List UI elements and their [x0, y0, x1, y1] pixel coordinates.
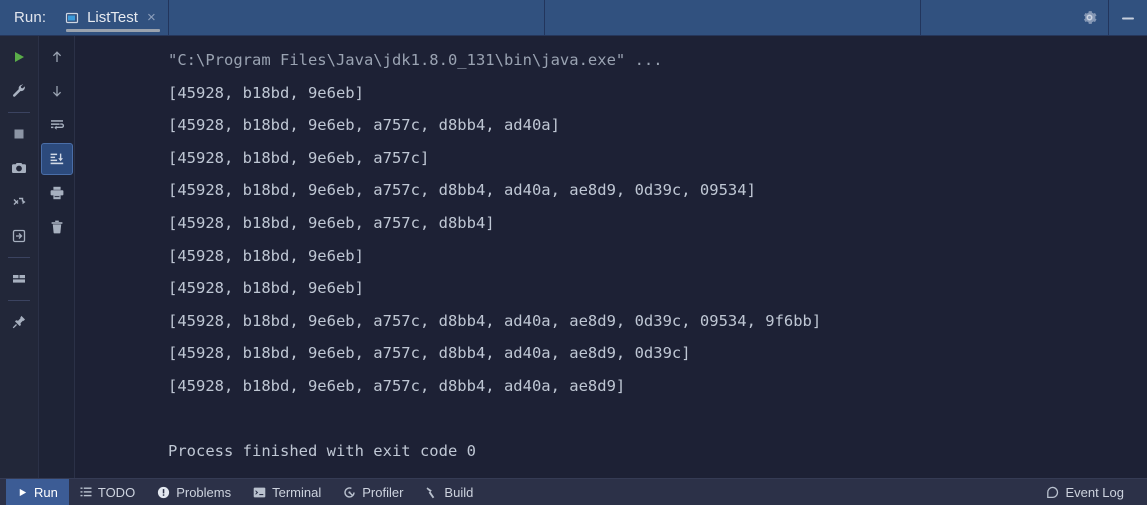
profiler-icon [343, 486, 356, 499]
wrench-icon [11, 83, 27, 99]
play-small-icon [17, 487, 28, 498]
status-terminal[interactable]: Terminal [242, 479, 332, 505]
pin-icon [11, 314, 27, 330]
status-run[interactable]: Run [6, 478, 69, 505]
gear-icon [1081, 9, 1098, 26]
console-line: [45928, b18bd, 9e6eb, a757c, d8bb4, ad40… [168, 311, 822, 330]
run-toolbar-primary [0, 36, 38, 478]
tab-title: ListTest [87, 9, 138, 26]
attach-button[interactable] [3, 220, 35, 252]
todo-icon [80, 486, 92, 498]
console-line: [45928, b18bd, 9e6eb, a757c, d8bb4] [168, 213, 495, 232]
layout-icon [11, 271, 27, 287]
console-line: [45928, b18bd, 9e6eb] [168, 83, 364, 102]
header-panel-right [545, 0, 920, 35]
status-terminal-label: Terminal [272, 484, 322, 500]
console-line: [45928, b18bd, 9e6eb] [168, 279, 364, 298]
pin-tab-button[interactable] [3, 306, 35, 338]
trash-icon [49, 219, 65, 235]
run-label: Run: [14, 9, 47, 26]
console-line: [45928, b18bd, 9e6eb, a757c, d8bb4, ad40… [168, 116, 560, 135]
close-icon[interactable]: × [145, 10, 158, 25]
status-problems[interactable]: Problems [146, 479, 242, 505]
header-panel-left [169, 0, 544, 35]
hide-button[interactable] [1109, 0, 1147, 36]
problems-icon [157, 486, 170, 499]
rerun-button[interactable] [3, 41, 35, 73]
settings-button[interactable] [1070, 0, 1108, 36]
clear-all-button[interactable] [41, 211, 73, 243]
console-lines: "C:\Program Files\Java\jdk1.8.0_131\bin\… [75, 44, 1147, 468]
soft-wrap-icon [49, 117, 65, 133]
console-line: [45928, b18bd, 9e6eb] [168, 246, 364, 265]
header-spacer [921, 0, 1070, 35]
run-toolbar-secondary [38, 36, 75, 478]
arrow-down-icon [49, 83, 65, 99]
tab-listtest[interactable]: ListTest × [58, 0, 168, 35]
console-line: [45928, b18bd, 9e6eb, a757c] [168, 148, 430, 167]
restart-icon [11, 194, 27, 210]
camera-icon [11, 160, 27, 176]
status-problems-label: Problems [176, 484, 232, 500]
dump-threads-button[interactable] [3, 152, 35, 184]
event-log-icon [1046, 486, 1059, 499]
event-log-label: Event Log [1065, 484, 1124, 500]
run-configuration-icon [64, 10, 80, 26]
status-bar: Run TODO Problems Terminal Profiler Buil… [0, 478, 1147, 505]
print-icon [49, 185, 65, 201]
edit-configuration-button[interactable] [3, 75, 35, 107]
status-profiler-label: Profiler [362, 484, 404, 500]
layout-button[interactable] [3, 263, 35, 295]
soft-wrap-button[interactable] [41, 109, 73, 141]
status-profiler[interactable]: Profiler [332, 479, 414, 505]
scroll-to-end-button[interactable] [40, 143, 73, 175]
run-tool-window-header: Run: ListTest × [0, 0, 1147, 36]
console-line: "C:\Program Files\Java\jdk1.8.0_131\bin\… [168, 51, 663, 69]
stop-icon [11, 126, 27, 142]
terminal-icon [253, 486, 266, 499]
console-line: [45928, b18bd, 9e6eb, a757c, d8bb4, ad40… [168, 376, 626, 395]
restart-button[interactable] [3, 186, 35, 218]
arrow-up-icon [49, 49, 65, 65]
status-build[interactable]: Build [414, 479, 484, 505]
run-tool-window: Run: ListTest × "C:\Program Files\Java\j… [0, 0, 1147, 505]
print-button[interactable] [41, 177, 73, 209]
attach-icon [11, 228, 27, 244]
status-todo[interactable]: TODO [69, 479, 146, 505]
run-body: "C:\Program Files\Java\jdk1.8.0_131\bin\… [0, 36, 1147, 478]
toolbar-separator-3 [8, 300, 30, 301]
play-icon [11, 49, 27, 65]
header-actions [1070, 0, 1147, 35]
stop-button[interactable] [3, 118, 35, 150]
console-line: [45928, b18bd, 9e6eb, a757c, d8bb4, ad40… [168, 181, 756, 200]
tab-active-underline [66, 29, 160, 32]
status-run-label: Run [34, 484, 58, 500]
status-bar-right: Event Log [1035, 479, 1147, 505]
down-button[interactable] [41, 75, 73, 107]
minimize-icon [1119, 11, 1137, 25]
scroll-to-end-icon [49, 151, 65, 167]
toolbar-separator-2 [8, 257, 30, 258]
build-hammer-icon [425, 486, 438, 499]
status-todo-label: TODO [97, 484, 136, 500]
console-output-panel[interactable]: "C:\Program Files\Java\jdk1.8.0_131\bin\… [75, 36, 1147, 478]
run-label-group: Run: [0, 0, 58, 35]
event-log-button[interactable]: Event Log [1035, 479, 1135, 505]
status-build-label: Build [444, 484, 474, 500]
console-line: Process finished with exit code 0 [168, 442, 476, 461]
console-line: [45928, b18bd, 9e6eb, a757c, d8bb4, ad40… [168, 344, 691, 363]
toolbar-separator-1 [8, 112, 30, 113]
up-button[interactable] [41, 41, 73, 73]
